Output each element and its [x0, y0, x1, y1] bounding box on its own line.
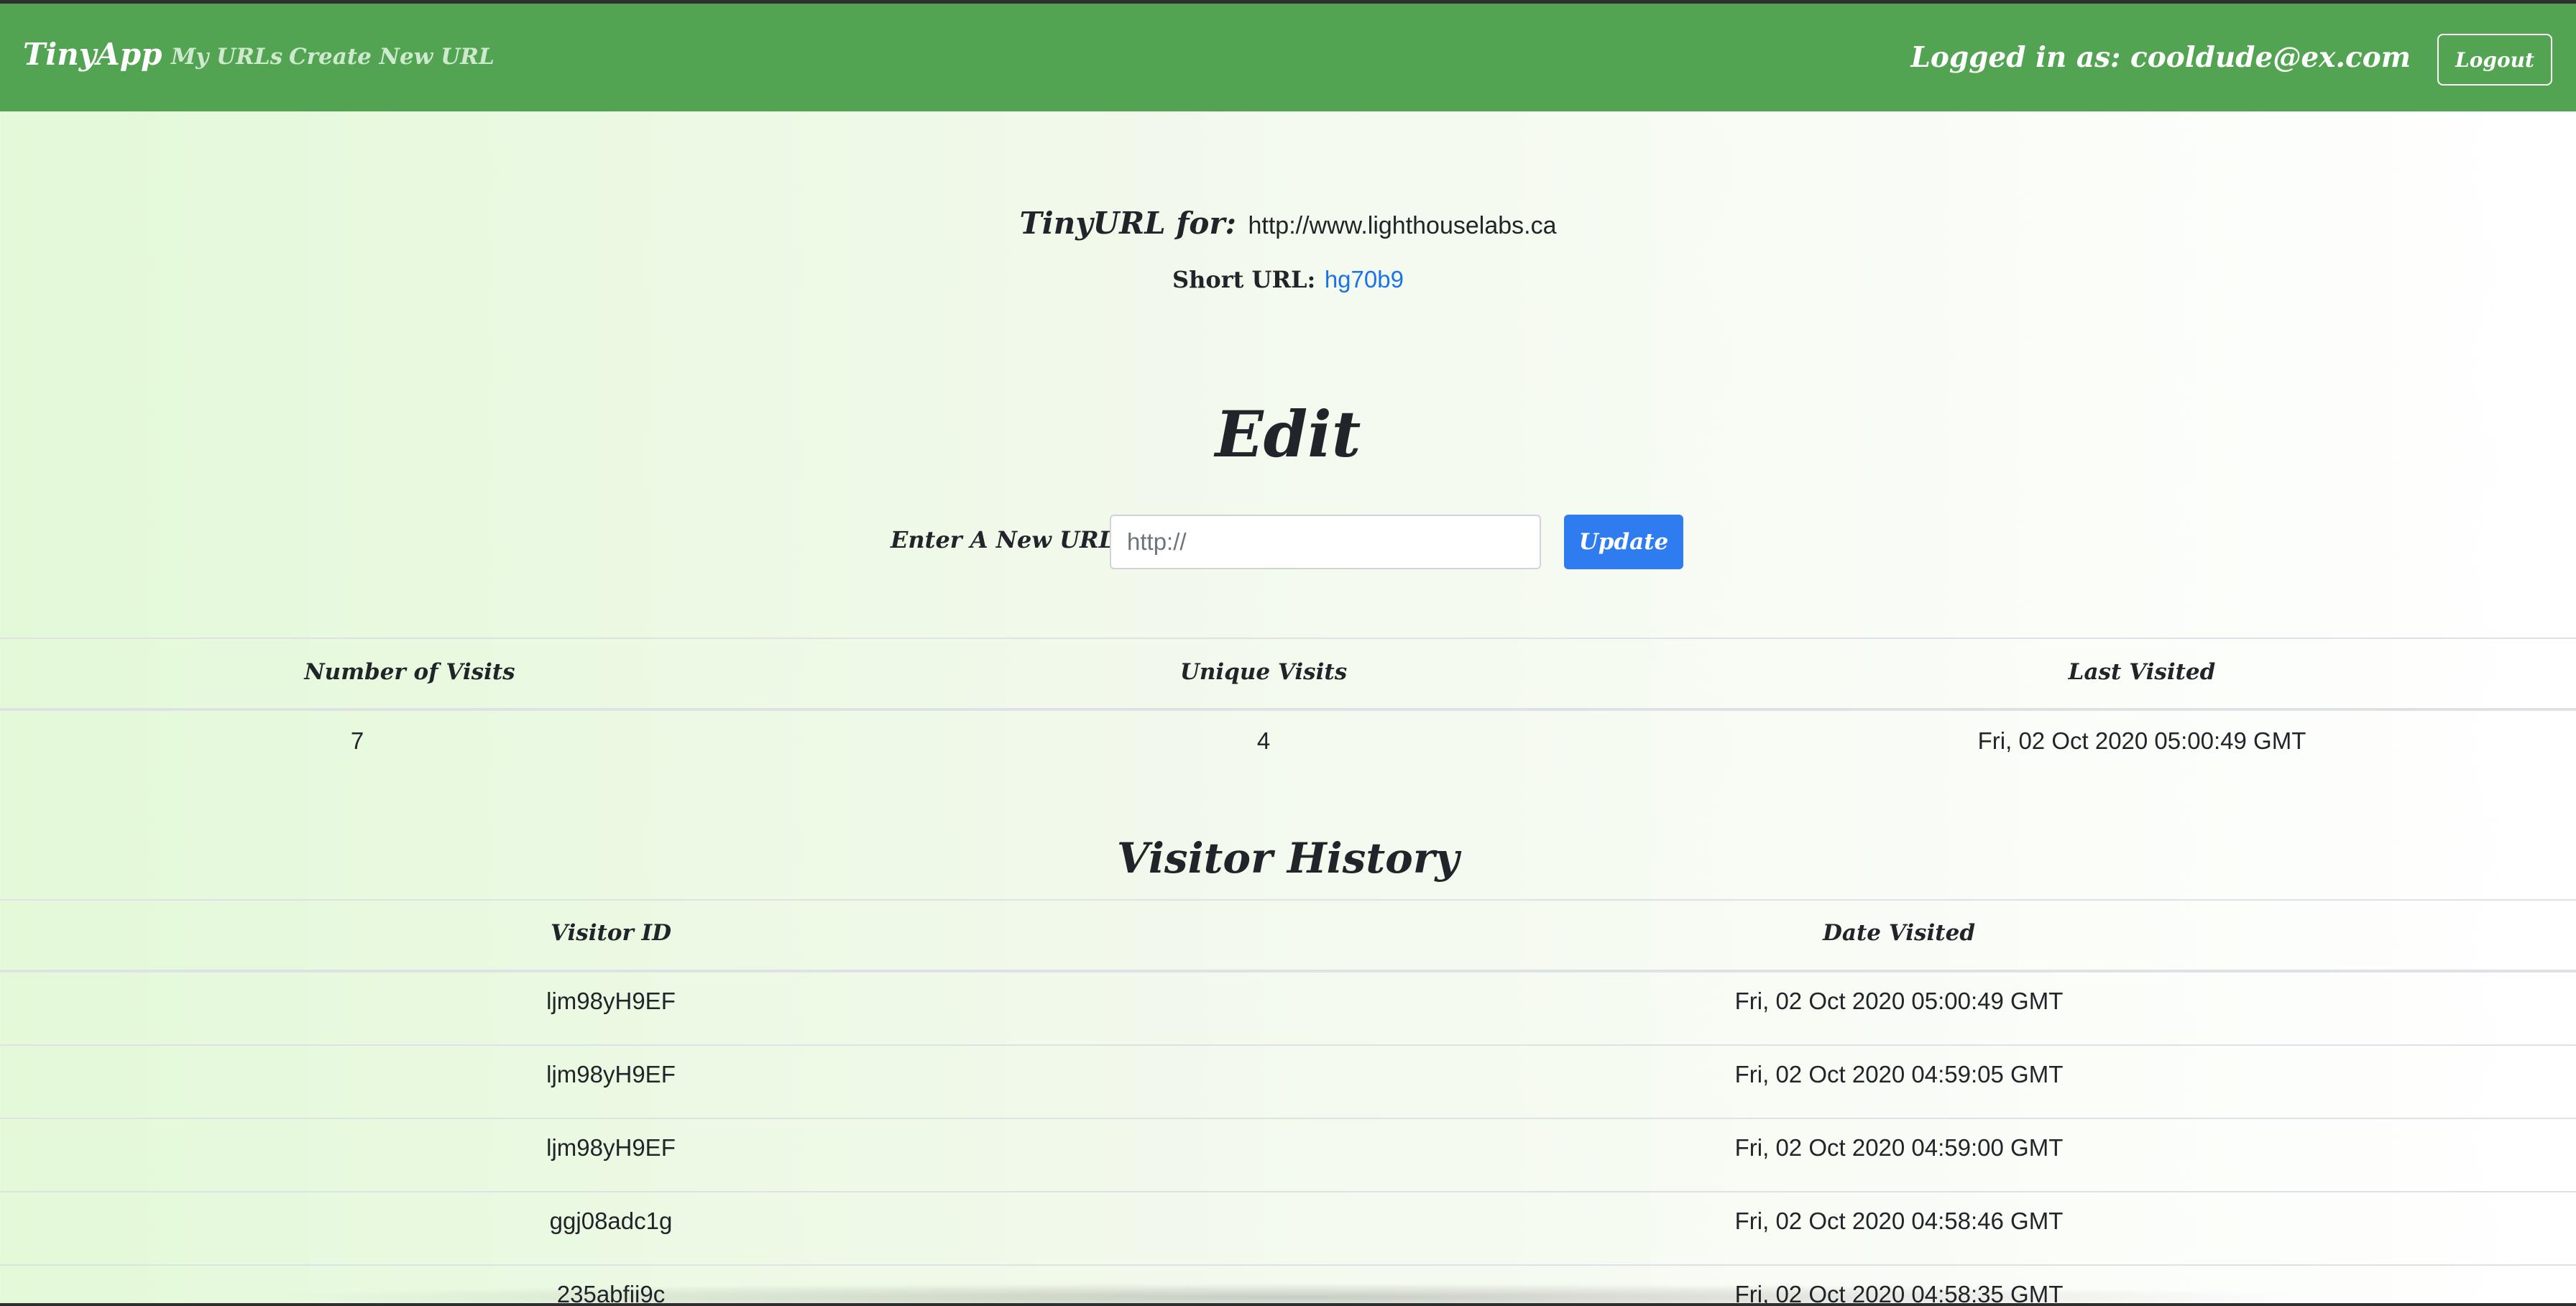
- window-bottom-border: [0, 1303, 2576, 1306]
- edit-heading: Edit: [1215, 397, 1361, 472]
- visitor-history-heading: Visitor History: [1116, 834, 1460, 883]
- update-button[interactable]: Update: [1564, 515, 1683, 569]
- header-number-of-visits: Number of Visits: [304, 659, 515, 685]
- stat-unique-visits: 4: [1256, 727, 1271, 754]
- table-divider: [0, 708, 2576, 711]
- nav-create-url-link[interactable]: Create New URL: [289, 44, 494, 70]
- long-url-value: http://www.lighthouselabs.ca: [1248, 212, 1557, 239]
- brand-logo[interactable]: TinyApp: [23, 37, 162, 72]
- table-divider: [0, 1264, 2576, 1266]
- header-visitor-id: Visitor ID: [550, 920, 672, 946]
- date-visited-cell: Fri, 02 Oct 2020 04:59:00 GMT: [1734, 1134, 2064, 1161]
- visitor-id-cell: ljm98yH9EF: [546, 1061, 676, 1087]
- logged-in-user-label: Logged in as: cooldude@ex.com: [1910, 41, 2411, 74]
- short-url-link[interactable]: hg70b9: [1325, 266, 1404, 293]
- short-url-info: Short URL: hg70b9: [0, 266, 2576, 293]
- date-visited-cell: Fri, 02 Oct 2020 04:59:05 GMT: [1734, 1061, 2064, 1087]
- header-last-visited: Last Visited: [2068, 659, 2216, 685]
- tinyurl-info: TinyURL for: http://www.lighthouselabs.c…: [0, 206, 2576, 241]
- stat-number-of-visits: 7: [350, 727, 364, 754]
- new-url-input[interactable]: [1110, 515, 1541, 569]
- header-unique-visits: Unique Visits: [1179, 659, 1348, 685]
- stat-last-visited: Fri, 02 Oct 2020 05:00:49 GMT: [1977, 727, 2306, 754]
- logout-button[interactable]: Logout: [2437, 34, 2552, 86]
- nav-my-urls-link[interactable]: My URLs: [171, 44, 282, 70]
- table-divider: [0, 970, 2576, 972]
- short-url-label: Short URL:: [1172, 266, 1316, 293]
- table-divider: [0, 1044, 2576, 1046]
- header-date-visited: Date Visited: [1822, 920, 1976, 946]
- new-url-label: Enter A New URL:: [891, 526, 1123, 553]
- table-divider: [0, 899, 2576, 901]
- table-divider: [0, 638, 2576, 639]
- tinyurl-for-label: TinyURL for:: [1019, 206, 1237, 241]
- navbar: TinyApp My URLs Create New URL Logged in…: [0, 4, 2576, 111]
- date-visited-cell: Fri, 02 Oct 2020 04:58:46 GMT: [1734, 1208, 2064, 1234]
- date-visited-cell: Fri, 02 Oct 2020 05:00:49 GMT: [1734, 988, 2064, 1014]
- visitor-id-cell: ggj08adc1g: [549, 1208, 673, 1234]
- visitor-id-cell: ljm98yH9EF: [546, 988, 676, 1014]
- visitor-id-cell: ljm98yH9EF: [546, 1134, 676, 1161]
- table-divider: [0, 1118, 2576, 1119]
- table-divider: [0, 1191, 2576, 1192]
